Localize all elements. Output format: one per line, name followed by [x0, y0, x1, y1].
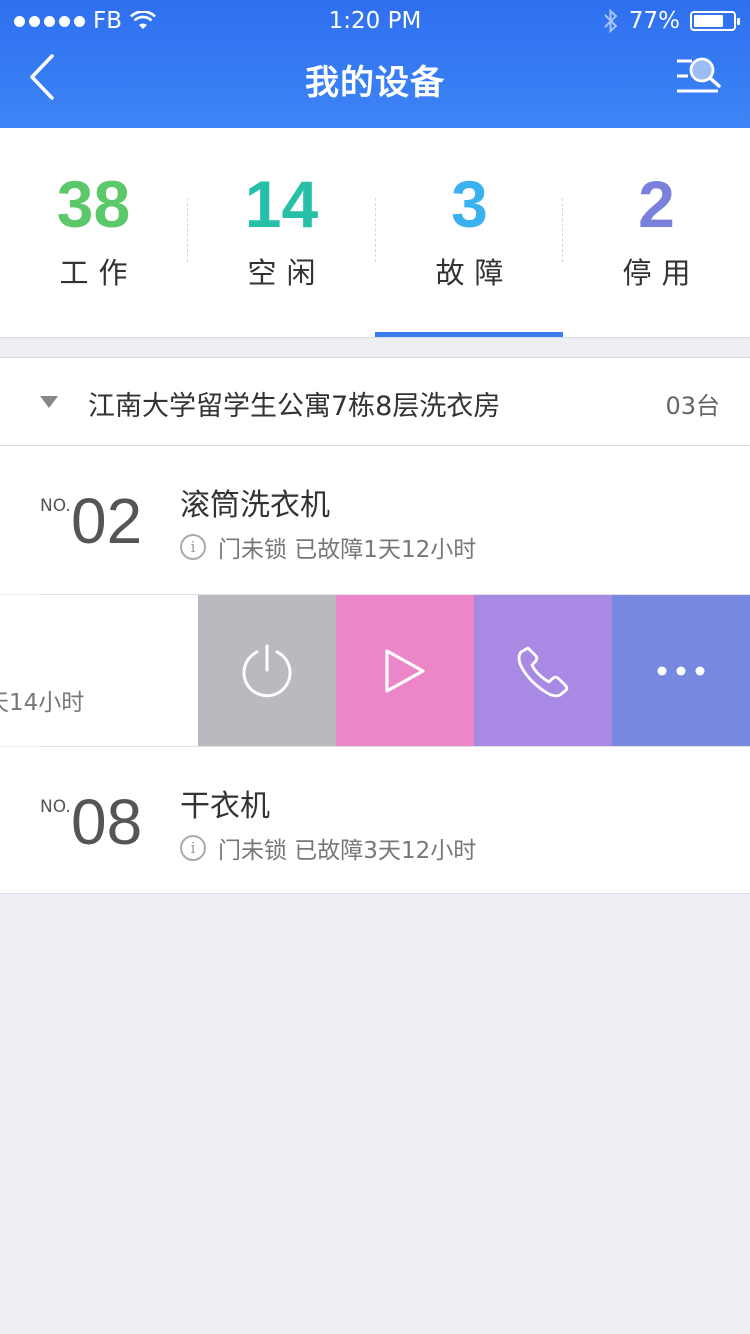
tab-working-label: 工作 [59, 256, 138, 290]
start-button[interactable] [336, 595, 474, 746]
status-right: 77% [603, 8, 740, 34]
filter-search-button[interactable] [674, 52, 724, 102]
status-tabs: 38 工作 14 空闲 3 故障 2 停用 [0, 128, 750, 338]
call-button[interactable] [474, 595, 612, 746]
tab-working[interactable]: 38 工作 [0, 128, 187, 336]
tab-idle-label: 空闲 [247, 256, 326, 290]
device-name: 干衣机 [180, 789, 270, 824]
device-status-text: 门未锁 已故障1天12小时 [218, 537, 477, 563]
device-row[interactable]: NO. 08 干衣机 i 门未锁 已故障3天12小时 [0, 747, 750, 894]
power-icon [242, 644, 292, 697]
more-icon [657, 666, 705, 675]
active-tab-indicator [375, 332, 563, 337]
tab-disabled[interactable]: 2 停用 [563, 128, 750, 336]
info-icon: i [180, 534, 206, 560]
device-no-label: NO. [40, 496, 71, 516]
device-status-text: 门未锁 已故障3天12小时 [218, 838, 477, 864]
device-status-text: 天14小时 [0, 690, 85, 716]
device-row-swiped[interactable]: l 天14小时 [0, 595, 750, 746]
group-header[interactable]: 江南大学留学生公寓7栋8层洗衣房 03台 [0, 357, 750, 446]
page-title: 我的设备 [305, 63, 445, 103]
device-name: 滚筒洗衣机 [180, 488, 330, 523]
device-number: 02 [71, 485, 143, 557]
header: FB 1:20 PM 77% 我的设备 [0, 0, 750, 128]
info-icon: i [180, 835, 206, 861]
device-row[interactable]: NO. 02 滚筒洗衣机 i 门未锁 已故障1天12小时 [0, 446, 750, 594]
play-icon [385, 648, 425, 693]
device-number: 08 [71, 786, 143, 858]
collapse-triangle-icon [40, 396, 58, 408]
device-no-label: NO. [40, 797, 71, 817]
tab-disabled-label: 停用 [622, 256, 701, 290]
more-button[interactable] [612, 595, 750, 746]
phone-icon [517, 646, 569, 697]
group-name: 江南大学留学生公寓7栋8层洗衣房 [88, 391, 501, 422]
battery-percent: 77% [628, 8, 680, 34]
tab-fault[interactable]: 3 故障 [376, 128, 563, 336]
tab-idle[interactable]: 14 空闲 [188, 128, 375, 336]
device-status: i 门未锁 已故障3天12小时 [180, 831, 476, 865]
tab-working-count: 38 [56, 167, 131, 241]
device-status: i 门未锁 已故障1天12小时 [180, 530, 476, 564]
status-bar: FB 1:20 PM 77% [0, 0, 750, 42]
tab-disabled-count: 2 [638, 167, 675, 241]
tab-fault-count: 3 [451, 167, 488, 241]
tab-fault-label: 故障 [435, 256, 514, 290]
group-count: 03台 [665, 392, 720, 420]
power-button[interactable] [198, 595, 336, 746]
battery-icon [690, 11, 740, 31]
device-row-content[interactable]: l 天14小时 [0, 595, 198, 746]
bluetooth-icon [604, 8, 618, 34]
tab-idle-count: 14 [244, 167, 319, 241]
